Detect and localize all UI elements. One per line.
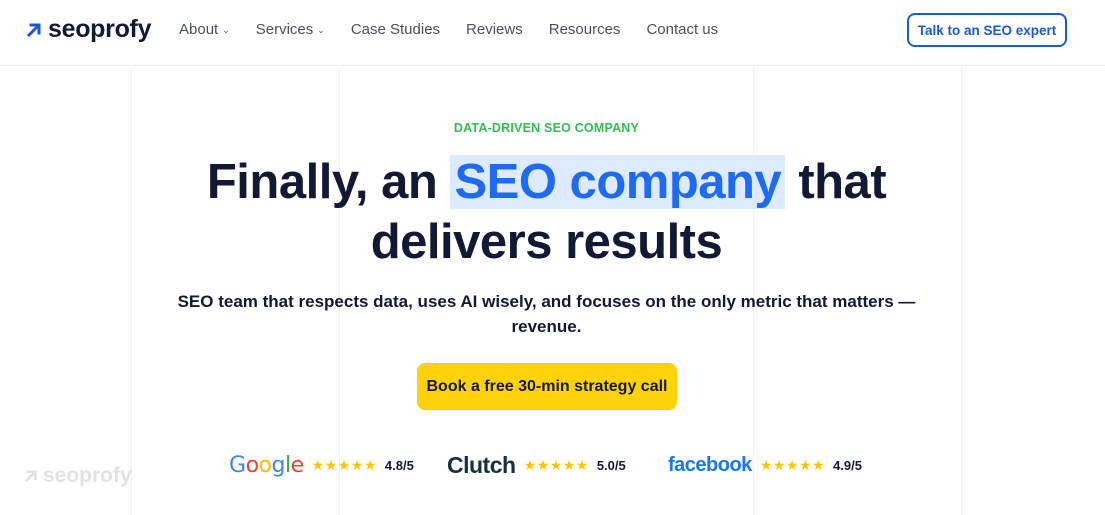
rating-clutch[interactable]: Clutch ★★★★★ 5.0/5 <box>447 448 626 482</box>
chevron-down-icon: ⌄ <box>222 25 230 35</box>
rating-score: 4.9/5 <box>833 457 862 473</box>
google-logo: Google <box>229 452 304 478</box>
hero-subtitle: SEO team that respects data, uses AI wis… <box>177 292 916 336</box>
facebook-logo: facebook <box>668 453 752 476</box>
nav-item-case-studies[interactable]: Case Studies <box>351 21 440 38</box>
nav-item-contact[interactable]: Contact us <box>646 21 718 38</box>
site-header: seoprofy About ⌄ Services ⌄ Case Studies… <box>0 0 1105 66</box>
chevron-down-icon: ⌄ <box>317 25 325 35</box>
logo[interactable]: seoprofy <box>26 15 151 44</box>
rating-score: 5.0/5 <box>596 457 626 473</box>
nav-label: Case Studies <box>350 21 441 38</box>
star-rating-icon: ★★★★★ <box>523 456 589 473</box>
star-rating-icon: ★★★★★ <box>759 456 826 473</box>
nav-label: Reviews <box>466 21 523 38</box>
rating-facebook[interactable]: facebook ★★★★★ 4.9/5 <box>668 448 862 482</box>
arrow-up-right-icon <box>26 23 41 37</box>
book-call-button[interactable]: Book a free 30-min strategy call <box>417 363 677 410</box>
nav-label: Services <box>255 21 314 38</box>
hero-title: Finally, an SEO company that delivers re… <box>0 152 1093 272</box>
nav-label: About <box>179 21 219 38</box>
nav-label: Resources <box>548 21 621 38</box>
main-nav: About ⌄ Services ⌄ Case Studies Reviews … <box>179 21 744 38</box>
rating-google[interactable]: Google ★★★★★ 4.8/5 <box>229 448 414 482</box>
logo-text: seoprofy <box>48 15 152 43</box>
talk-to-expert-button[interactable]: Talk to an SEO expert <box>907 13 1067 47</box>
nav-item-reviews[interactable]: Reviews <box>466 21 523 38</box>
nav-item-services[interactable]: Services ⌄ <box>256 21 325 38</box>
nav-label: Contact us <box>646 21 719 38</box>
title-line-2: delivers results <box>370 215 723 269</box>
ratings-row: Google ★★★★★ 4.8/5 Clutch ★★★★★ 5.0/5 fa… <box>0 448 1105 482</box>
watermark-text: seoprofy <box>43 464 132 487</box>
rating-score: 4.8/5 <box>384 457 414 473</box>
hero-eyebrow: DATA-DRIVEN SEO COMPANY <box>453 121 640 135</box>
clutch-logo: Clutch <box>447 451 516 478</box>
arrow-up-right-icon <box>24 470 37 483</box>
title-part: Finally, an <box>206 155 438 209</box>
watermark-logo: seoprofy <box>24 464 132 488</box>
title-part: that <box>798 155 887 209</box>
nav-item-about[interactable]: About ⌄ <box>179 21 230 38</box>
star-rating-icon: ★★★★★ <box>311 456 377 473</box>
title-highlight: SEO company <box>450 155 786 209</box>
nav-item-resources[interactable]: Resources <box>549 21 621 38</box>
